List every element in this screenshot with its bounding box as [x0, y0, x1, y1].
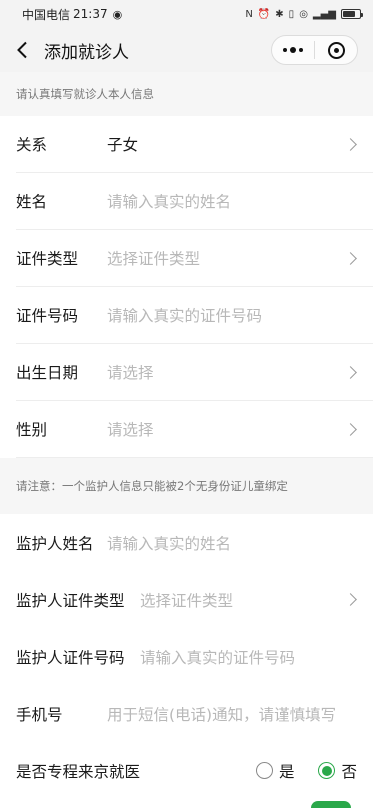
- phone-input[interactable]: 用于短信(电话)通知，请谨慎填写: [107, 703, 357, 725]
- radio-yes-label: 是: [278, 762, 295, 781]
- radio-no[interactable]: 否: [318, 760, 357, 782]
- phone-row: 手机号 用于短信(电话)通知，请谨慎填写: [16, 685, 373, 742]
- radio-checked-icon: [318, 762, 336, 779]
- status-bar: 中国电信 21:37 ◉ N ⏰ ✱ ▯ ◎ ▂▄▆: [0, 0, 373, 28]
- id-number-row: 证件号码 请输入真实的证件号码: [16, 287, 373, 344]
- page-title: 添加就诊人: [44, 42, 129, 63]
- relation-row[interactable]: 关系 子女: [16, 116, 373, 173]
- status-time: 21:37: [73, 7, 108, 21]
- chevron-right-icon: [344, 137, 357, 151]
- battery-icon: [341, 9, 363, 19]
- back-button[interactable]: [4, 28, 40, 72]
- chevron-right-icon: [344, 365, 357, 379]
- relation-label: 关系: [16, 136, 48, 154]
- miniprogram-capsule: [271, 35, 358, 65]
- name-label: 姓名: [16, 193, 48, 211]
- birth-date-label: 出生日期: [16, 364, 79, 382]
- gender-label: 性别: [16, 421, 48, 439]
- chevron-left-icon: [17, 41, 27, 59]
- vibrate-icon: ▯: [288, 8, 295, 20]
- patient-form: 关系 子女 姓名 请输入真实的姓名 证件类型 选择证件类型 证件号码 请输入真实…: [0, 116, 373, 458]
- more-dots-icon: [283, 48, 287, 52]
- special-trip-radio-group: 是 否: [255, 760, 357, 782]
- carrier-name: 中国电信: [22, 7, 71, 22]
- chevron-right-icon: [344, 251, 357, 265]
- phone-label: 手机号: [16, 705, 63, 724]
- relation-value: 子女: [107, 136, 139, 154]
- gender-picker[interactable]: 请选择: [107, 418, 338, 440]
- guardian-id-type-select[interactable]: 选择证件类型: [140, 589, 338, 611]
- name-input[interactable]: 请输入真实的姓名: [107, 190, 357, 212]
- signal-icon: ▂▄▆: [312, 8, 336, 20]
- id-number-input[interactable]: 请输入真实的证件号码: [107, 304, 357, 326]
- radio-no-label: 否: [341, 762, 357, 781]
- radio-yes[interactable]: 是: [255, 760, 295, 782]
- id-number-label: 证件号码: [16, 307, 79, 325]
- guardian-name-row: 监护人姓名 请输入真实的姓名: [16, 514, 373, 571]
- guardian-form: 监护人姓名 请输入真实的姓名 监护人证件类型 选择证件类型 监护人证件号码 请输…: [0, 514, 373, 799]
- more-button[interactable]: [272, 36, 314, 64]
- guardian-notice: 请注意：一个监护人信息只能被2个无身份证儿童绑定: [0, 458, 373, 514]
- miniprogram-close-icon: [327, 41, 345, 59]
- id-type-select[interactable]: 选择证件类型: [107, 247, 338, 269]
- more-dot-right: [299, 48, 303, 52]
- id-type-label: 证件类型: [16, 250, 79, 268]
- system-icons: N ⏰ ✱ ▯ ◎ ▂▄▆: [245, 8, 363, 20]
- eye-icon: ◉: [112, 7, 123, 21]
- chevron-right-icon: [344, 593, 357, 606]
- id-type-row[interactable]: 证件类型 选择证件类型: [16, 230, 373, 287]
- guardian-name-label: 监护人姓名: [16, 534, 94, 553]
- nfc-icon: N: [245, 8, 253, 20]
- special-trip-label: 是否专程来京就医: [16, 762, 141, 781]
- navigation-bar: 添加就诊人: [0, 28, 373, 72]
- info-tip: 请认真填写就诊人本人信息: [0, 72, 373, 116]
- bluetooth-icon: ✱: [275, 8, 284, 20]
- hotspot-icon: ◎: [299, 8, 308, 20]
- chevron-right-icon: [344, 422, 357, 436]
- name-row: 姓名 请输入真实的姓名: [16, 173, 373, 230]
- guardian-name-input[interactable]: 请输入真实的姓名: [107, 532, 357, 554]
- guardian-id-number-label: 监护人证件号码: [16, 648, 125, 667]
- radio-circle-icon: [255, 762, 273, 779]
- guardian-id-number-row: 监护人证件号码 请输入真实的证件号码: [16, 628, 373, 685]
- close-miniprogram-button[interactable]: [315, 36, 357, 64]
- guardian-id-type-label: 监护人证件类型: [16, 591, 125, 610]
- guardian-id-number-input[interactable]: 请输入真实的证件号码: [140, 646, 357, 668]
- more-dot-center: [290, 47, 296, 53]
- special-trip-row: 是否专程来京就医 是 否: [16, 742, 373, 799]
- alarm-icon: ⏰: [257, 8, 271, 20]
- birth-date-row[interactable]: 出生日期 请选择: [16, 344, 373, 401]
- gender-row[interactable]: 性别 请选择: [16, 401, 373, 458]
- next-control-peek[interactable]: [311, 801, 351, 808]
- birth-date-picker[interactable]: 请选择: [107, 361, 338, 383]
- guardian-id-type-row[interactable]: 监护人证件类型 选择证件类型: [16, 571, 373, 628]
